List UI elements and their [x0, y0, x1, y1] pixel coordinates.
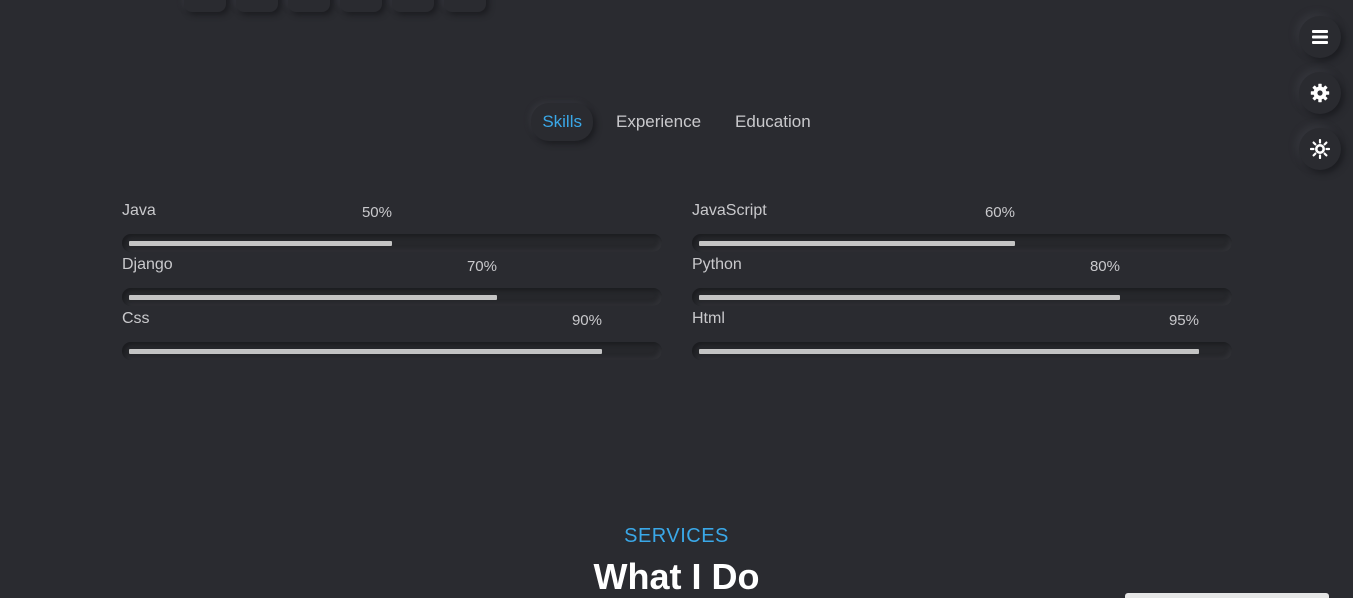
skill-percent: 90%	[571, 312, 602, 329]
sun-icon	[1310, 139, 1330, 159]
skill-progress-track	[692, 342, 1232, 360]
skill-name: Java	[122, 202, 156, 219]
skill-progress-fill	[129, 295, 497, 300]
section-title: What I Do	[593, 556, 760, 597]
skill-item: Python 80%	[692, 254, 1232, 308]
skill-progress-track	[692, 288, 1232, 306]
skill-name: Html	[692, 310, 725, 327]
social-button[interactable]	[236, 0, 278, 12]
side-controls	[1299, 16, 1341, 170]
skill-progress-fill	[129, 349, 602, 354]
skill-item: Html 95%	[692, 308, 1232, 362]
section-eyebrow: SERVICES	[624, 525, 729, 547]
qualification-tabs: Skills Experience Education	[0, 103, 1353, 141]
social-links-row	[184, 0, 486, 12]
social-button[interactable]	[392, 0, 434, 12]
social-button[interactable]	[184, 0, 226, 12]
menu-icon	[1312, 30, 1328, 44]
skill-progress-fill	[129, 241, 392, 246]
social-button[interactable]	[340, 0, 382, 12]
skill-percent: 95%	[1168, 312, 1199, 329]
skills-grid: Java 50% JavaScript 60% Django 70% Pytho…	[122, 200, 1234, 362]
skill-name: Css	[122, 310, 150, 327]
skill-percent: 50%	[361, 204, 392, 221]
skill-progress-track	[122, 288, 662, 306]
skill-name: JavaScript	[692, 202, 767, 219]
skill-progress-track	[122, 234, 662, 252]
skill-item: Java 50%	[122, 200, 662, 254]
tab-education[interactable]: Education	[724, 103, 822, 141]
tab-skills[interactable]: Skills	[531, 103, 593, 141]
skill-item: Css 90%	[122, 308, 662, 362]
skill-name: Python	[692, 256, 742, 273]
skill-progress-fill	[699, 349, 1199, 354]
tab-experience[interactable]: Experience	[605, 103, 712, 141]
skill-progress-track	[122, 342, 662, 360]
skill-item: Django 70%	[122, 254, 662, 308]
skill-item: JavaScript 60%	[692, 200, 1232, 254]
skill-progress-fill	[699, 295, 1120, 300]
skill-percent: 70%	[466, 258, 497, 275]
skill-name: Django	[122, 256, 173, 273]
menu-button[interactable]	[1299, 16, 1341, 58]
corner-widget[interactable]	[1125, 593, 1329, 598]
skill-progress-track	[692, 234, 1232, 252]
skill-progress-fill	[699, 241, 1015, 246]
skill-percent: 80%	[1089, 258, 1120, 275]
skill-percent: 60%	[984, 204, 1015, 221]
social-button[interactable]	[444, 0, 486, 12]
social-button[interactable]	[288, 0, 330, 12]
gear-icon	[1310, 83, 1330, 103]
